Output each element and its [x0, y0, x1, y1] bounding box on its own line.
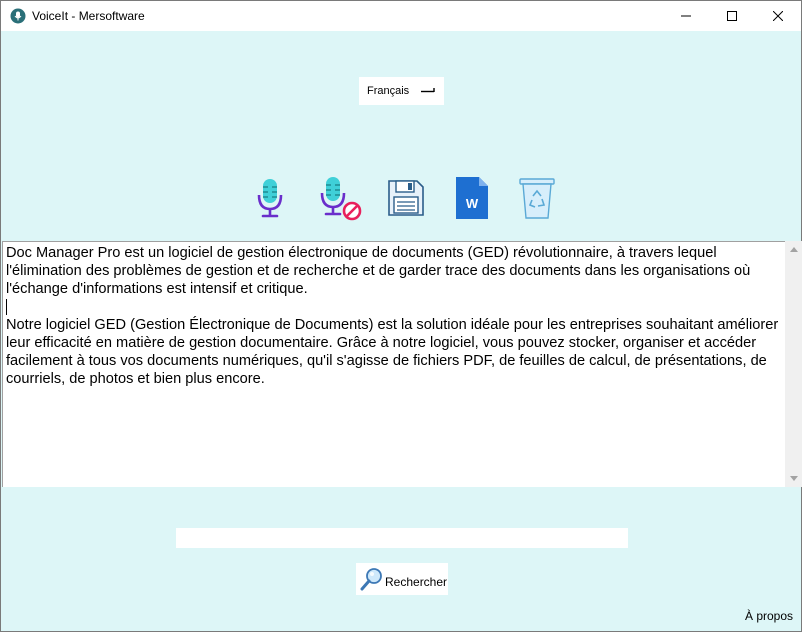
minimize-icon: [681, 15, 691, 17]
magnifier-icon: [360, 568, 382, 591]
scroll-down-button[interactable]: [785, 470, 802, 487]
transcription-text: Doc Manager Pro est un logiciel de gesti…: [6, 244, 782, 388]
minimize-button[interactable]: [663, 1, 709, 31]
app-logo-icon: [10, 8, 26, 24]
search-button-label: Rechercher: [385, 575, 448, 589]
caret-up-icon: [789, 247, 798, 252]
close-button[interactable]: [755, 1, 801, 31]
floppy-save-icon: [388, 180, 424, 216]
maximize-icon: [727, 11, 737, 21]
about-link[interactable]: À propos: [745, 609, 793, 623]
title-bar[interactable]: VoiceIt - Mersoftware: [1, 1, 801, 31]
dropdown-arrow-icon: [421, 88, 435, 93]
close-icon: [773, 11, 783, 21]
vertical-scrollbar[interactable]: [785, 241, 802, 487]
word-letter: W: [466, 196, 479, 211]
save-button[interactable]: [383, 173, 429, 223]
start-dictation-button[interactable]: [247, 173, 293, 223]
stop-dictation-button[interactable]: [317, 173, 363, 223]
caret-down-icon: [789, 476, 798, 481]
microphone-icon: [257, 179, 283, 218]
language-select[interactable]: Français: [359, 77, 444, 105]
maximize-button[interactable]: [709, 1, 755, 31]
transcription-paragraph: Notre logiciel GED (Gestion Électronique…: [6, 317, 779, 387]
transcription-textarea[interactable]: Doc Manager Pro est un logiciel de gesti…: [2, 241, 785, 487]
text-caret: [6, 299, 7, 315]
app-window: VoiceIt - Mersoftware Français W Doc Man…: [0, 0, 802, 632]
language-selected-value: Français: [367, 85, 410, 97]
search-input[interactable]: [176, 528, 628, 548]
search-button[interactable]: Rechercher: [356, 563, 448, 595]
window-title: VoiceIt - Mersoftware: [32, 9, 145, 23]
word-document-icon: W: [456, 177, 488, 219]
recycle-bin-icon: [519, 178, 555, 219]
transcription-paragraph: Doc Manager Pro est un logiciel de gesti…: [6, 245, 751, 297]
clear-text-button[interactable]: [514, 173, 560, 223]
microphone-off-icon: [320, 177, 362, 221]
export-word-button[interactable]: W: [449, 173, 495, 223]
scroll-up-button[interactable]: [785, 241, 802, 258]
